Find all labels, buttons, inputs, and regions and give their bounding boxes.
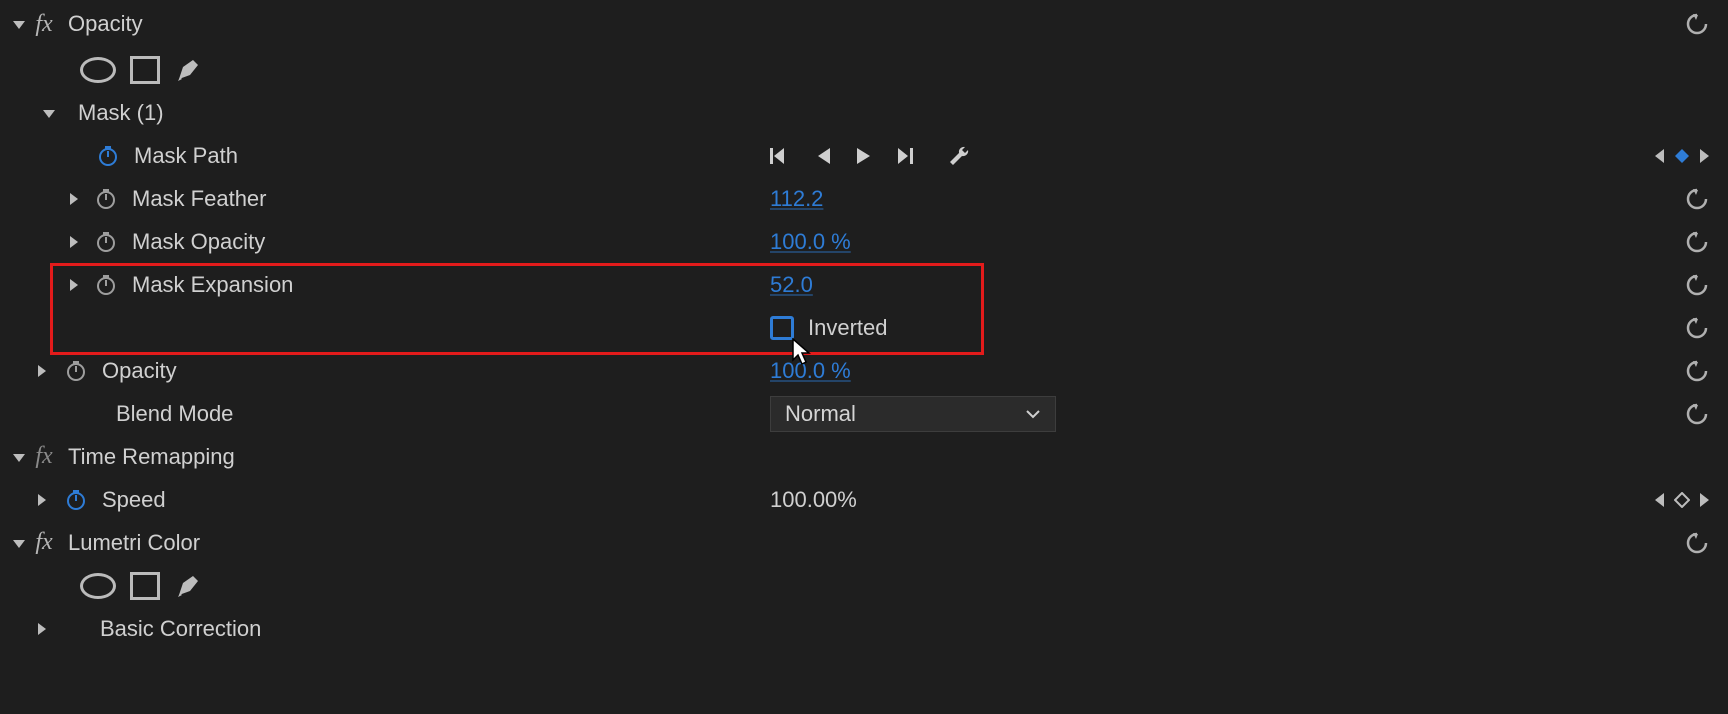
next-frame-icon[interactable] [894, 146, 916, 166]
twirl-right-icon[interactable] [62, 192, 84, 206]
fx-icon[interactable]: fx [30, 443, 58, 470]
twirl-right-icon[interactable] [30, 364, 52, 378]
rectangle-mask-icon[interactable] [130, 572, 160, 600]
reset-icon[interactable] [1682, 227, 1712, 257]
reset-icon[interactable] [1682, 528, 1712, 558]
effect-row-time-remapping: fx Time Remapping [0, 435, 1728, 478]
effect-row-lumetri-color: fx Lumetri Color [0, 521, 1728, 564]
effect-row-opacity: fx Opacity [0, 0, 1728, 48]
stopwatch-icon[interactable] [94, 273, 118, 297]
chevron-down-icon [1025, 408, 1041, 420]
property-row-basic-correction: Basic Correction [0, 607, 1728, 650]
twirl-right-icon[interactable] [62, 235, 84, 249]
ellipse-mask-icon[interactable] [80, 57, 116, 83]
pen-mask-icon[interactable] [174, 57, 200, 83]
reset-icon[interactable] [1682, 313, 1712, 343]
keyframe-navigator[interactable] [1652, 147, 1712, 165]
property-row-mask-expansion: Mask Expansion 52.0 [0, 263, 1728, 306]
twirl-right-icon[interactable] [30, 622, 52, 636]
ellipse-mask-icon[interactable] [80, 573, 116, 599]
keyframe-navigator[interactable] [1652, 491, 1712, 509]
twirl-down-icon[interactable] [8, 16, 30, 32]
mask-name[interactable]: Mask (1) [78, 100, 164, 126]
reset-icon[interactable] [1682, 356, 1712, 386]
property-value[interactable]: 100.0 % [770, 229, 851, 255]
blend-mode-dropdown[interactable]: Normal [770, 396, 1056, 432]
dropdown-value: Normal [785, 401, 856, 427]
inverted-label: Inverted [808, 315, 888, 341]
mask-shape-tools-row [0, 564, 1728, 607]
stopwatch-icon[interactable] [64, 488, 88, 512]
reset-icon[interactable] [1682, 399, 1712, 429]
fx-icon[interactable]: fx [30, 529, 58, 556]
property-value[interactable]: 100.0 % [770, 358, 851, 384]
property-row-mask-feather: Mask Feather 112.2 [0, 177, 1728, 220]
fx-icon[interactable]: fx [30, 11, 58, 38]
inverted-checkbox[interactable] [770, 316, 794, 340]
stopwatch-icon[interactable] [96, 144, 120, 168]
property-value[interactable]: 52.0 [770, 272, 813, 298]
reset-icon[interactable] [1682, 9, 1712, 39]
property-label: Opacity [102, 358, 177, 384]
twirl-right-icon[interactable] [62, 278, 84, 292]
mask-shape-tools-row [0, 48, 1728, 91]
property-value[interactable]: 112.2 [770, 186, 823, 212]
prev-frame-icon[interactable] [770, 146, 792, 166]
wrench-icon[interactable] [948, 144, 972, 168]
property-label: Mask Path [134, 143, 238, 169]
mask-group-row: Mask (1) [0, 91, 1728, 134]
twirl-down-icon[interactable] [8, 535, 30, 551]
reset-icon[interactable] [1682, 270, 1712, 300]
reset-icon[interactable] [1682, 184, 1712, 214]
effect-name: Opacity [68, 11, 143, 37]
property-row-mask-path: Mask Path [0, 134, 1728, 177]
property-row-inverted: Inverted [0, 306, 1728, 349]
stopwatch-icon[interactable] [94, 230, 118, 254]
property-row-opacity: Opacity 100.0 % [0, 349, 1728, 392]
property-label: Mask Feather [132, 186, 267, 212]
twirl-down-icon[interactable] [8, 449, 30, 465]
property-label: Speed [102, 487, 166, 513]
pen-mask-icon[interactable] [174, 573, 200, 599]
stopwatch-icon[interactable] [64, 359, 88, 383]
step-back-icon[interactable] [814, 146, 832, 166]
property-label: Basic Correction [100, 616, 261, 642]
stopwatch-icon[interactable] [94, 187, 118, 211]
play-icon[interactable] [854, 146, 872, 166]
effect-name: Time Remapping [68, 444, 235, 470]
effect-name: Lumetri Color [68, 530, 200, 556]
property-row-mask-opacity: Mask Opacity 100.0 % [0, 220, 1728, 263]
property-value[interactable]: 100.00% [770, 487, 857, 513]
property-label: Mask Expansion [132, 272, 293, 298]
property-label: Blend Mode [116, 401, 233, 427]
twirl-down-icon[interactable] [38, 105, 60, 121]
twirl-right-icon[interactable] [30, 493, 52, 507]
property-label: Mask Opacity [132, 229, 265, 255]
rectangle-mask-icon[interactable] [130, 56, 160, 84]
property-row-blend-mode: Blend Mode Normal [0, 392, 1728, 435]
property-row-speed: Speed 100.00% [0, 478, 1728, 521]
